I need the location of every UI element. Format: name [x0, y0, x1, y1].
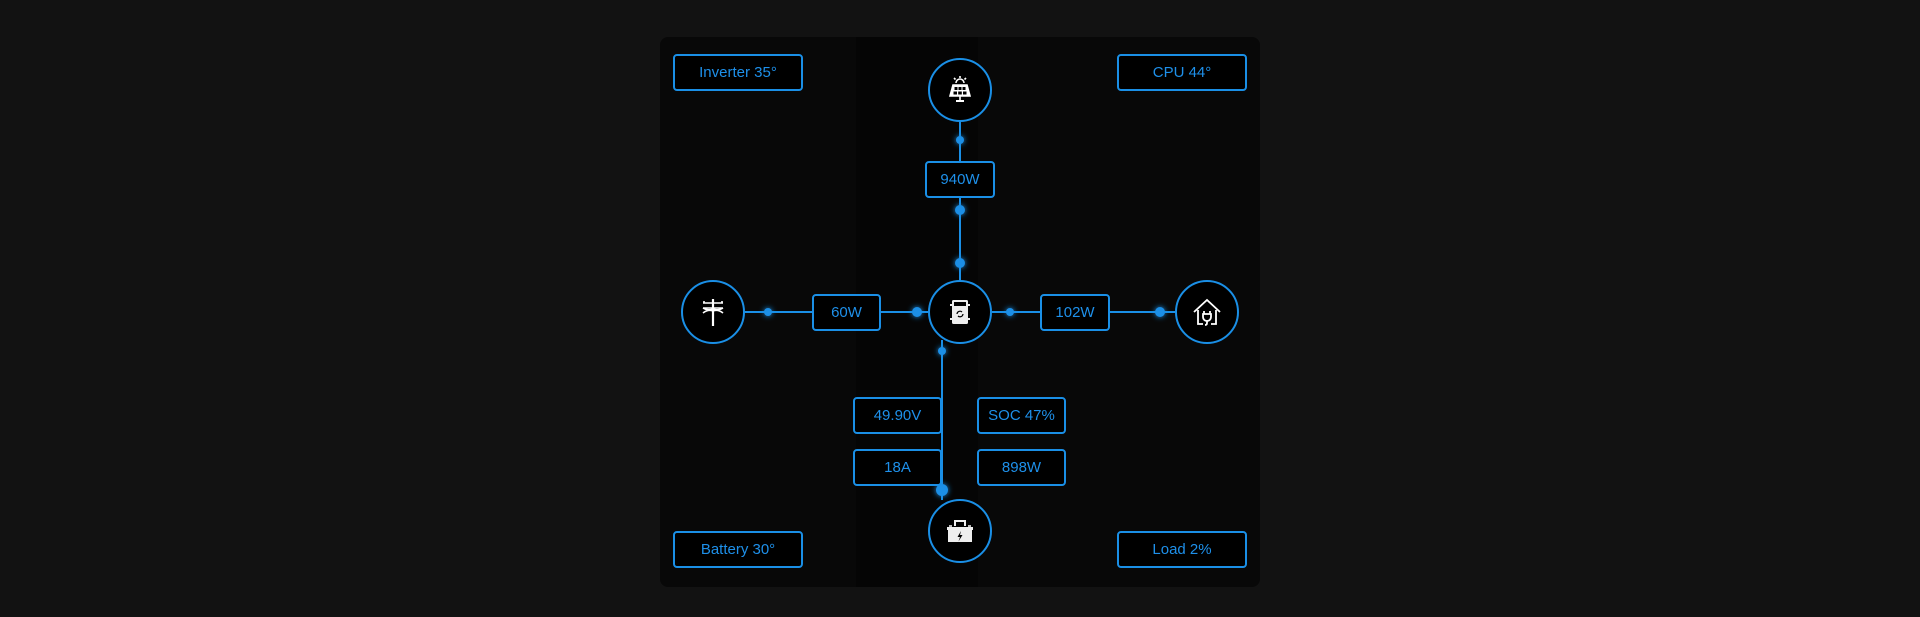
battery-node[interactable]	[928, 499, 992, 563]
load-percent-badge: Load 2%	[1117, 531, 1247, 568]
inverter-icon	[950, 300, 970, 324]
flow-dot	[955, 205, 965, 215]
solar-node[interactable]	[928, 58, 992, 122]
home-plug-icon	[1193, 298, 1221, 326]
cpu-temp-badge: CPU 44°	[1117, 54, 1247, 91]
battery-voltage-value: 49.90V	[853, 397, 942, 434]
battery-current-value: 18A	[853, 449, 942, 486]
flow-dot	[1006, 308, 1014, 316]
flow-dot	[1155, 307, 1165, 317]
inverter-node[interactable]	[928, 280, 992, 344]
flow-dot	[955, 258, 965, 268]
battery-icon	[947, 520, 973, 542]
grid-power-value: 60W	[812, 294, 881, 331]
battery-temp-badge: Battery 30°	[673, 531, 803, 568]
solar-panel-icon	[948, 76, 972, 102]
flow-dot	[956, 136, 964, 144]
inverter-temp-badge: Inverter 35°	[673, 54, 803, 91]
load-power-value: 102W	[1040, 294, 1110, 331]
flow-dot	[764, 308, 772, 316]
solar-power-value: 940W	[925, 161, 995, 198]
flow-dot	[938, 347, 946, 355]
power-pole-icon	[702, 299, 724, 326]
flow-dot	[912, 307, 922, 317]
grid-node[interactable]	[681, 280, 745, 344]
home-node[interactable]	[1175, 280, 1239, 344]
battery-power-value: 898W	[977, 449, 1066, 486]
battery-soc-value: SOC 47%	[977, 397, 1066, 434]
